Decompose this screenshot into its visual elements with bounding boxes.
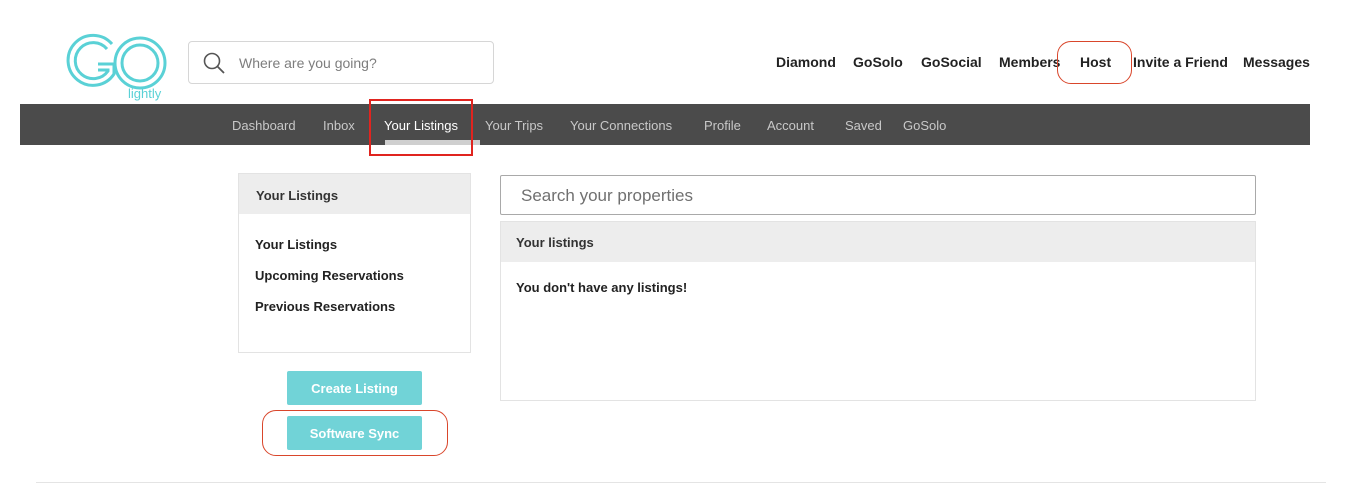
- annotation-your-listings-highlight: [369, 99, 473, 156]
- go-logo-icon: lightly: [66, 33, 167, 101]
- listings-panel: Your listings You don't have any listing…: [500, 221, 1256, 401]
- annotation-software-sync-highlight: [262, 410, 448, 456]
- sidebar-link-upcoming-reservations[interactable]: Upcoming Reservations: [255, 268, 404, 283]
- property-search-input[interactable]: [519, 176, 1223, 216]
- topnav-gosolo[interactable]: GoSolo: [853, 54, 903, 70]
- nav-your-connections[interactable]: Your Connections: [570, 104, 672, 145]
- listings-title: Your listings: [516, 235, 594, 250]
- nav-your-trips[interactable]: Your Trips: [485, 104, 543, 145]
- nav-profile[interactable]: Profile: [704, 104, 741, 145]
- nav-saved[interactable]: Saved: [845, 104, 882, 145]
- logo-text: lightly: [128, 86, 162, 101]
- listings-sidebar: Your Listings Your Listings Upcoming Res…: [238, 173, 471, 353]
- property-search[interactable]: [500, 175, 1256, 216]
- annotation-host-highlight: [1057, 41, 1132, 84]
- gonightly-logo[interactable]: lightly: [66, 30, 170, 102]
- listings-header: Your listings: [501, 222, 1255, 262]
- empty-listings-message: You don't have any listings!: [516, 280, 688, 295]
- nav-gosolo[interactable]: GoSolo: [903, 104, 946, 145]
- sidebar-link-your-listings[interactable]: Your Listings: [255, 237, 337, 252]
- nav-account[interactable]: Account: [767, 104, 814, 145]
- sidebar-link-previous-reservations[interactable]: Previous Reservations: [255, 299, 395, 314]
- search-icon: [203, 52, 225, 74]
- topnav-diamond[interactable]: Diamond: [776, 54, 836, 70]
- destination-search[interactable]: [188, 41, 494, 84]
- nav-inbox[interactable]: Inbox: [323, 104, 355, 145]
- sidebar-header: Your Listings: [239, 174, 470, 214]
- topnav-invite-a-friend[interactable]: Invite a Friend: [1133, 54, 1228, 70]
- nav-dashboard[interactable]: Dashboard: [232, 104, 296, 145]
- create-listing-button[interactable]: Create Listing: [287, 371, 422, 405]
- topnav-messages[interactable]: Messages: [1243, 54, 1310, 70]
- footer-divider: [36, 482, 1326, 483]
- topnav-members[interactable]: Members: [999, 54, 1060, 70]
- topnav-gosocial[interactable]: GoSocial: [921, 54, 982, 70]
- main-nav-bar: Dashboard Inbox Your Listings Your Trips…: [20, 104, 1310, 145]
- sidebar-title: Your Listings: [256, 188, 339, 203]
- destination-search-input[interactable]: [237, 53, 481, 72]
